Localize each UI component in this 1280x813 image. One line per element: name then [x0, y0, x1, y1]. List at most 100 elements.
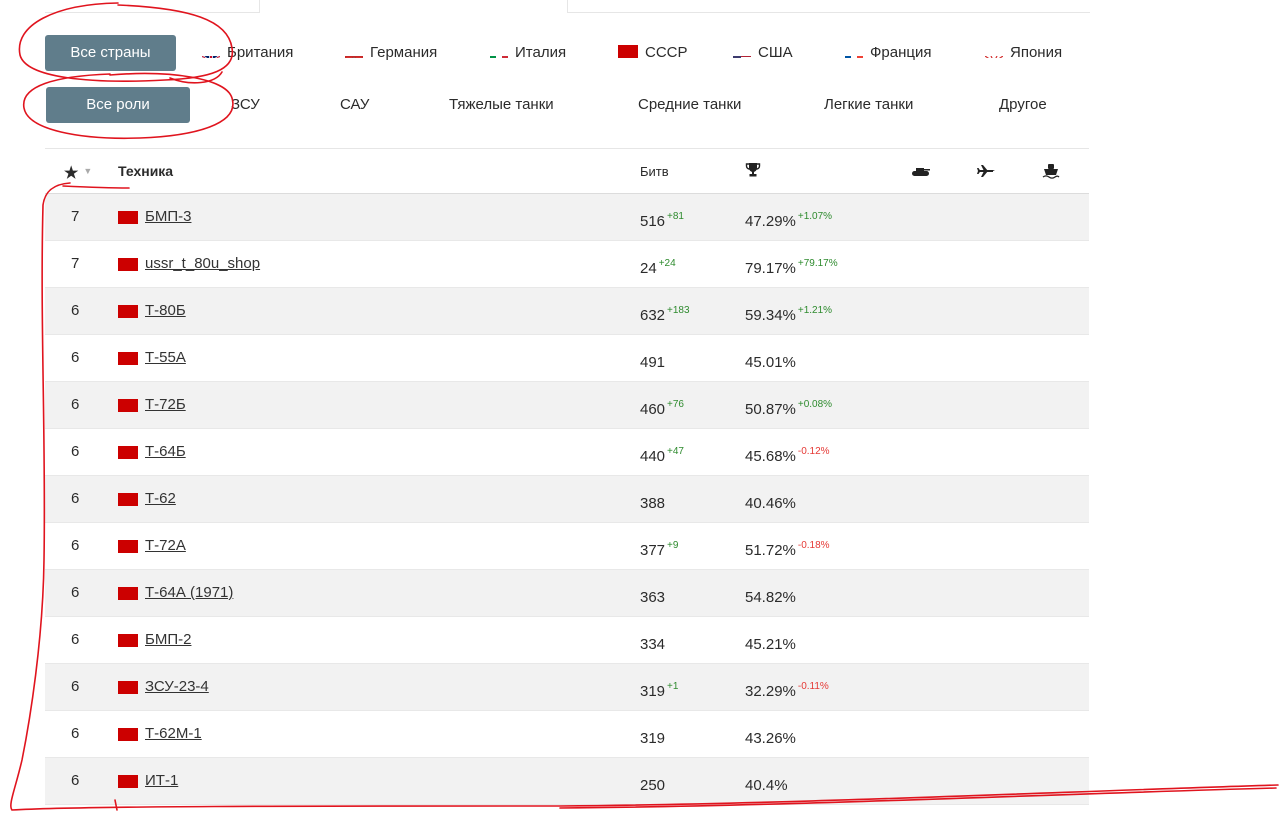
- vehicle-table-body: 7 БМП-3 516 +81 47.29% +1.07% 7 ussr_t_80u…: [45, 194, 1089, 805]
- nation-usa-button[interactable]: США: [733, 35, 793, 71]
- table-row: 6 Т-80Б 632 +183 59.34% +1.21%: [45, 288, 1089, 335]
- battles-cell: 319 +1: [640, 664, 678, 715]
- role-heavy-tanks-button[interactable]: Тяжелые танки: [449, 87, 554, 123]
- ussr-flag-icon: [118, 634, 138, 647]
- battles-delta: +24: [658, 258, 676, 269]
- battles-value: 388: [640, 495, 666, 512]
- winrate-cell: 54.82%: [745, 570, 798, 621]
- trophy-icon[interactable]: [745, 150, 761, 193]
- battles-value: 460: [640, 401, 666, 418]
- winrate-delta: +79.17%: [797, 258, 838, 269]
- battles-column-header[interactable]: Битв: [640, 150, 669, 193]
- nation-label: Британия: [227, 44, 294, 61]
- japan-flag-icon: [985, 46, 1003, 58]
- nation-filter: Все страны Британия Германия Италия СССР…: [45, 35, 1089, 71]
- role-spaa-button[interactable]: ЗСУ: [231, 87, 260, 123]
- tank-icon[interactable]: [911, 150, 931, 193]
- nation-label: Япония: [1010, 44, 1063, 61]
- nation-uk-button[interactable]: Британия: [202, 35, 293, 71]
- nation-ussr-button[interactable]: СССР: [618, 35, 688, 71]
- vehicle-link[interactable]: Т-72Б: [145, 382, 186, 428]
- role-spg-button[interactable]: САУ: [340, 87, 369, 123]
- battles-value: 319: [640, 730, 666, 747]
- rank-cell: 6: [71, 631, 80, 648]
- vehicle-link[interactable]: Т-64Б: [145, 429, 186, 475]
- table-row: 7 ussr_t_80u_shop 24 +24 79.17% +79.17%: [45, 241, 1089, 288]
- ussr-flag-icon: [118, 587, 138, 600]
- rank-cell: 6: [71, 490, 80, 507]
- table-row: 6 Т-64А (1971) 363 54.82%: [45, 570, 1089, 617]
- vehicle-link[interactable]: Т-80Б: [145, 288, 186, 334]
- ussr-flag-icon: [118, 258, 138, 271]
- role-all-button[interactable]: Все роли: [46, 87, 190, 123]
- winrate-value: 45.01%: [745, 354, 796, 371]
- winrate-value: 59.34%: [745, 307, 796, 324]
- rank-cell: 6: [71, 725, 80, 742]
- table-row: 6 Т-72Б 460 +76 50.87% +0.08%: [45, 382, 1089, 429]
- winrate-value: 43.26%: [745, 730, 796, 747]
- winrate-value: 79.17%: [745, 260, 796, 277]
- battles-value: 363: [640, 589, 666, 606]
- winrate-delta: +0.08%: [797, 399, 833, 410]
- rank-cell: 6: [71, 302, 80, 319]
- vehicle-link[interactable]: БМП-3: [145, 194, 191, 240]
- nation-label: Франция: [870, 44, 932, 61]
- battles-cell: 388: [640, 476, 667, 527]
- battles-cell: 319: [640, 711, 667, 762]
- ussr-flag-icon: [118, 211, 138, 224]
- vehicle-link[interactable]: ЗСУ-23-4: [145, 664, 209, 710]
- winrate-cell: 40.46%: [745, 476, 798, 527]
- role-medium-tanks-button[interactable]: Средние танки: [638, 87, 741, 123]
- winrate-cell: 79.17% +79.17%: [745, 241, 838, 292]
- ussr-flag-icon: [118, 305, 138, 318]
- battles-cell: 460 +76: [640, 382, 684, 433]
- nation-germany-button[interactable]: Германия: [345, 35, 437, 71]
- nation-japan-button[interactable]: Япония: [985, 35, 1062, 71]
- ussr-flag-icon: [118, 446, 138, 459]
- winrate-cell: 59.34% +1.21%: [745, 288, 832, 339]
- vehicle-link[interactable]: ИТ-1: [145, 758, 178, 804]
- vehicle-column-header[interactable]: Техника: [118, 150, 173, 193]
- role-other-button[interactable]: Другое: [999, 87, 1047, 123]
- winrate-cell: 50.87% +0.08%: [745, 382, 832, 433]
- usa-flag-icon: [733, 46, 751, 58]
- vehicle-link[interactable]: Т-64А (1971): [145, 570, 233, 616]
- rank-cell: 6: [71, 584, 80, 601]
- battles-delta: +47: [667, 446, 684, 457]
- winrate-value: 47.29%: [745, 213, 796, 230]
- nation-pill-tail: [169, 71, 223, 84]
- table-row: 6 Т-62 388 40.46%: [45, 476, 1089, 523]
- winrate-value: 50.87%: [745, 401, 796, 418]
- ussr-flag-icon: [118, 493, 138, 506]
- battles-delta: +76: [667, 399, 684, 410]
- winrate-cell: 32.29% -0.11%: [745, 664, 829, 715]
- vehicle-link[interactable]: ussr_t_80u_shop: [145, 241, 260, 287]
- table-header: ★ ▼ Техника Битв: [45, 150, 1089, 194]
- nation-france-button[interactable]: Франция: [845, 35, 931, 71]
- winrate-value: 32.29%: [745, 683, 796, 700]
- battles-value: 334: [640, 636, 666, 653]
- vehicle-link[interactable]: Т-62: [145, 476, 176, 522]
- vehicle-link[interactable]: Т-55А: [145, 335, 186, 381]
- winrate-value: 40.4%: [745, 777, 788, 794]
- vehicle-link[interactable]: Т-72А: [145, 523, 186, 569]
- battles-value: 632: [640, 307, 666, 324]
- battles-cell: 24 +24: [640, 241, 676, 292]
- battles-value: 24: [640, 260, 657, 277]
- nation-italy-button[interactable]: Италия: [490, 35, 566, 71]
- role-light-tanks-button[interactable]: Легкие танки: [824, 87, 913, 123]
- battles-delta: +9: [667, 540, 679, 551]
- nation-all-button[interactable]: Все страны: [45, 35, 176, 71]
- vehicle-link[interactable]: БМП-2: [145, 617, 191, 663]
- ussr-flag-icon: [618, 45, 638, 58]
- battles-delta: +183: [667, 305, 690, 316]
- table-row: 6 Т-72А 377 +9 51.72% -0.18%: [45, 523, 1089, 570]
- rank-sort-header[interactable]: ★ ▼: [64, 150, 92, 193]
- winrate-delta: -0.11%: [797, 681, 829, 692]
- battles-cell: 363: [640, 570, 667, 621]
- winrate-cell: 43.26%: [745, 711, 798, 762]
- battles-cell: 632 +183: [640, 288, 690, 339]
- plane-icon[interactable]: [977, 150, 995, 193]
- vehicle-link[interactable]: Т-62М-1: [145, 711, 202, 757]
- ship-icon[interactable]: [1042, 150, 1060, 193]
